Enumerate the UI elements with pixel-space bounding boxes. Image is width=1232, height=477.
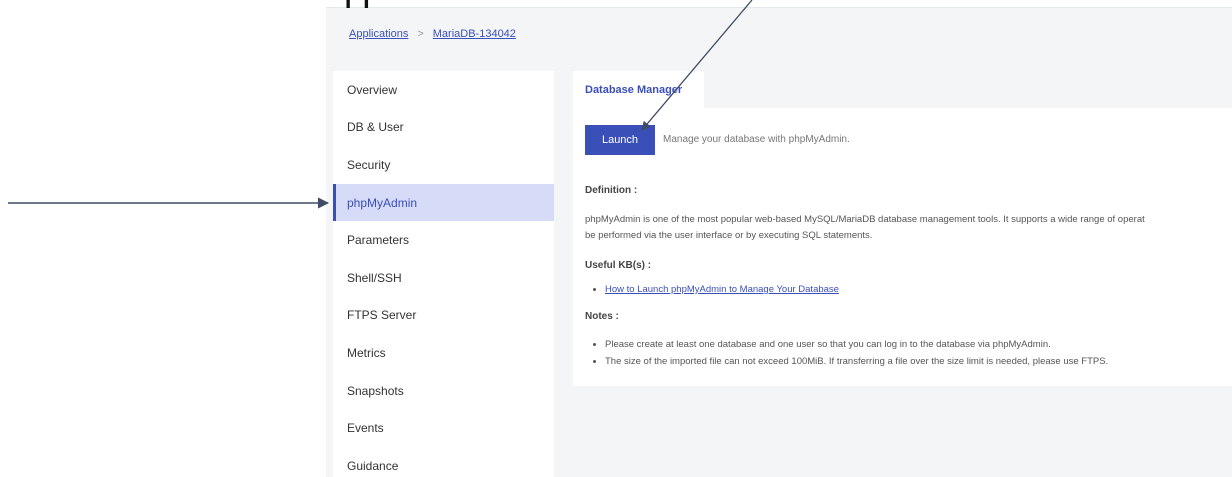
app-container: Applications > MariaDB-134042 Overview DB … xyxy=(326,8,1232,477)
sidebar-item-guidance[interactable]: Guidance xyxy=(333,447,554,477)
tab-database-manager[interactable]: Database Manager xyxy=(573,71,704,108)
launch-description: Manage your database with phpMyAdmin. xyxy=(663,134,850,145)
database-manager-panel: Database Manager Launch Manage your data… xyxy=(573,71,1232,386)
sidebar-item-snapshots[interactable]: Snapshots xyxy=(333,372,554,410)
sidebar-item-security[interactable]: Security xyxy=(333,146,554,184)
notes-heading: Notes : xyxy=(585,311,619,322)
breadcrumb-separator: > xyxy=(417,28,424,40)
top-bar xyxy=(326,0,1232,8)
useful-kb-list: How to Launch phpMyAdmin to Manage Your … xyxy=(595,284,839,295)
kb-link-launch-phpmyadmin[interactable]: How to Launch phpMyAdmin to Manage Your … xyxy=(605,284,839,295)
list-item: Please create at least one database and … xyxy=(605,336,1108,353)
definition-line-2: be performed via the user interface or b… xyxy=(585,230,873,241)
sidebar-item-phpmyadmin[interactable]: phpMyAdmin xyxy=(333,183,554,222)
definition-heading: Definition : xyxy=(585,185,638,196)
sidebar-item-db-user[interactable]: DB & User xyxy=(333,109,554,147)
list-item: The size of the imported file can not ex… xyxy=(605,353,1108,370)
sidebar-item-overview[interactable]: Overview xyxy=(333,71,554,109)
breadcrumb: Applications > MariaDB-134042 xyxy=(349,28,516,40)
sidebar-item-shell-ssh[interactable]: Shell/SSH xyxy=(333,259,554,297)
list-item: How to Launch phpMyAdmin to Manage Your … xyxy=(605,284,839,295)
useful-kb-heading: Useful KB(s) : xyxy=(585,260,652,271)
notes-list: Please create at least one database and … xyxy=(595,336,1108,370)
definition-text: phpMyAdmin is one of the most popular we… xyxy=(585,212,1232,244)
sidebar-item-parameters[interactable]: Parameters xyxy=(333,221,554,259)
sidebar-item-events[interactable]: Events xyxy=(333,409,554,447)
definition-line-1: phpMyAdmin is one of the most popular we… xyxy=(585,214,1145,225)
breadcrumb-applications-link[interactable]: Applications xyxy=(349,28,408,40)
tab-bar: Database Manager xyxy=(573,71,1232,108)
sidebar-item-ftps-server[interactable]: FTPS Server xyxy=(333,297,554,335)
sidebar: Overview DB & User Security phpMyAdmin P… xyxy=(333,71,554,477)
breadcrumb-current-link[interactable]: MariaDB-134042 xyxy=(433,28,516,40)
sidebar-item-metrics[interactable]: Metrics xyxy=(333,334,554,372)
launch-button[interactable]: Launch xyxy=(585,125,655,155)
